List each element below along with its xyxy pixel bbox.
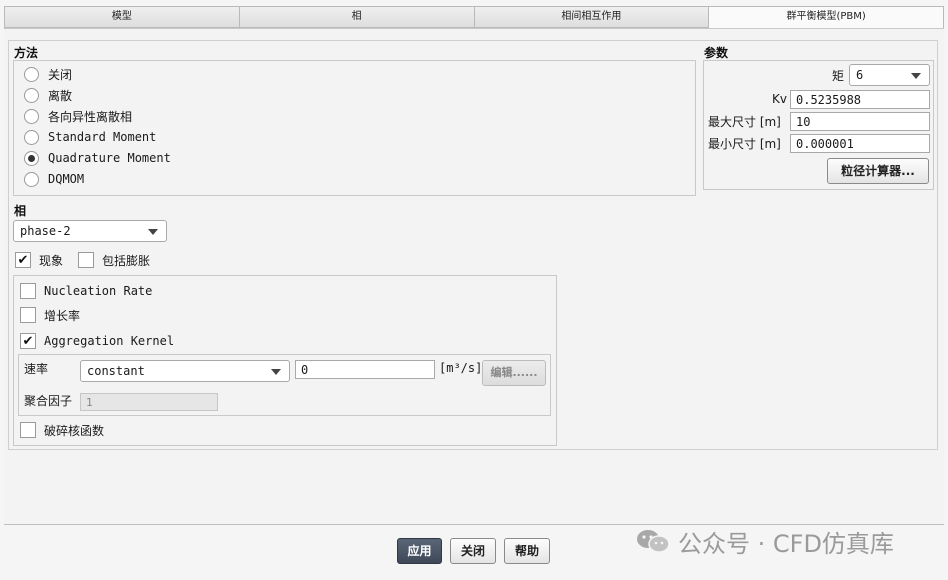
watermark: 公众号 · CFD仿真库 [636,526,894,558]
radio-quadrature-moment[interactable]: Quadrature Moment [24,148,171,168]
radio-off[interactable]: 关闭 [24,64,72,84]
tab-population-balance[interactable]: 群平衡模型(PBM) [709,6,944,30]
checkbox[interactable] [78,252,94,268]
moment-value: 6 [856,68,864,82]
aggregation-checkbox-row[interactable]: ✔ Aggregation Kernel [20,331,174,351]
nucleation-checkbox-row[interactable]: Nucleation Rate [20,281,152,301]
nucleation-label: Nucleation Rate [44,284,153,298]
max-size-input[interactable]: 10 [790,112,930,131]
params-title: 参数 [704,46,729,60]
max-size-label: 最大尺寸 [m] [708,115,781,129]
size-calculator-button[interactable]: 粒径计算器... [827,158,929,184]
rate-method-value: constant [87,364,145,378]
growth-checkbox-row[interactable]: 增长率 [20,305,80,325]
tab-phases[interactable]: 相 [239,6,475,28]
growth-label: 增长率 [44,308,81,323]
check-icon[interactable]: ✔ [15,252,31,268]
radio-standard-moment[interactable]: Standard Moment [24,127,156,147]
radio-button[interactable] [24,66,39,82]
chevron-down-icon [271,369,281,375]
radio-discrete[interactable]: 离散 [24,85,72,105]
include-expansion-label: 包括膨胀 [102,253,151,268]
rate-value-input[interactable]: 0 [295,360,435,379]
radio-label: 关闭 [48,67,73,82]
aggregation-label: Aggregation Kernel [44,334,175,348]
phenomena-label: 现象 [39,253,64,268]
tab-phase-interaction[interactable]: 相间相互作用 [474,6,710,28]
close-button[interactable]: 关闭 [450,538,496,564]
phenomena-checkbox-row[interactable]: ✔ 现象 [15,250,63,270]
include-expansion-checkbox-row[interactable]: 包括膨胀 [78,250,150,270]
radio-dqmom[interactable]: DQMOM [24,169,84,189]
radio-button-selected[interactable] [24,150,39,166]
moment-label: 矩 [832,69,845,83]
radio-button[interactable] [24,129,39,145]
rate-unit: [m³/s] [439,361,483,375]
watermark-text: 公众号 · CFD仿真库 [678,529,894,558]
phase-value: phase-2 [20,224,71,238]
radio-button[interactable] [24,108,39,124]
breakage-label: 破碎核函数 [44,423,105,438]
min-size-input[interactable]: 0.000001 [790,134,930,153]
checkbox[interactable] [20,283,36,299]
moment-select[interactable]: 6 [849,64,930,86]
aggregation-factor-input: 1 [80,393,218,411]
tab-models[interactable]: 模型 [4,6,240,28]
min-size-label: 最小尺寸 [m] [708,137,781,151]
breakage-checkbox-row[interactable]: 破碎核函数 [20,420,104,440]
rate-method-select[interactable]: constant [80,360,290,382]
radio-label: 各向异性离散相 [48,109,133,124]
radio-label: 离散 [48,88,73,103]
check-icon[interactable]: ✔ [20,333,36,349]
phase-title: 相 [14,204,27,218]
checkbox[interactable] [20,422,36,438]
edit-button[interactable]: 编辑...... [482,360,546,386]
wechat-icon [636,528,670,554]
apply-button[interactable]: 应用 [397,538,442,564]
method-title: 方法 [14,46,39,60]
radio-button[interactable] [24,171,39,187]
radio-inhomogeneous-discrete[interactable]: 各向异性离散相 [24,106,132,126]
method-group: 关闭 离散 各向异性离散相 Standard Moment Quadrature… [13,60,696,196]
tab-bar: 模型 相 相间相互作用 群平衡模型(PBM) [4,6,944,30]
rate-label: 速率 [24,362,49,376]
checkbox[interactable] [20,307,36,323]
radio-label: Standard Moment [48,130,157,144]
help-button[interactable]: 帮助 [504,538,550,564]
radio-label: DQMOM [48,172,85,186]
aggregation-factor-label: 聚合因子 [24,394,73,408]
radio-label: Quadrature Moment [48,151,171,165]
kv-input[interactable]: 0.5235988 [790,90,930,109]
chevron-down-icon [911,73,921,79]
radio-button[interactable] [24,87,39,103]
kv-label: Kv [772,92,787,106]
chevron-down-icon [148,229,158,235]
phase-select[interactable]: phase-2 [13,220,167,242]
